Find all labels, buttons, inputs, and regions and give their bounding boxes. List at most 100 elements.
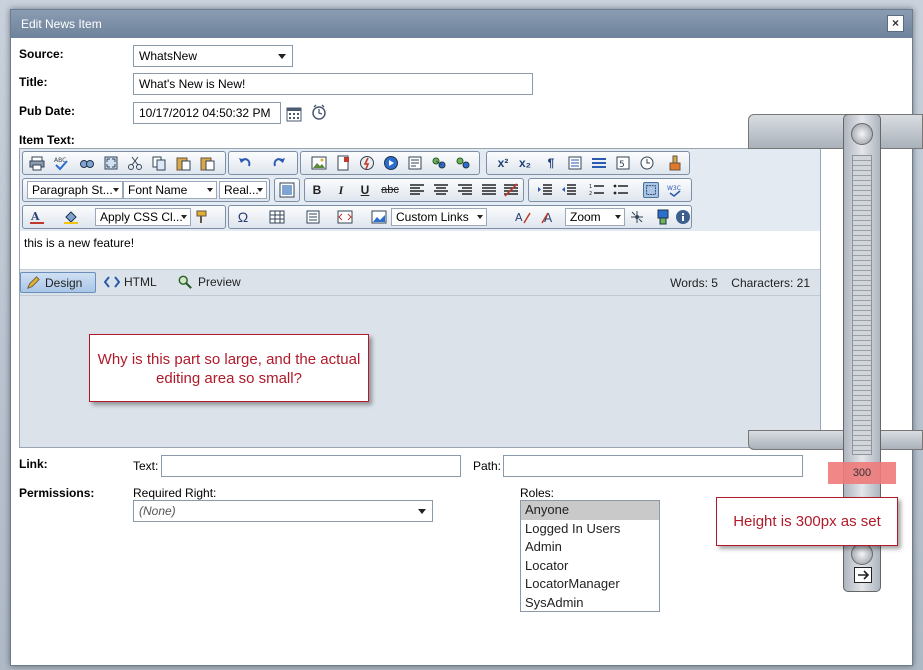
justify-icon[interactable] — [481, 182, 497, 198]
subscript-icon[interactable]: x₂ — [517, 155, 533, 171]
link-label: Link: — [19, 457, 48, 471]
list-item[interactable]: Anyone — [521, 501, 659, 520]
tab-preview[interactable]: Preview — [174, 272, 254, 293]
cut-icon[interactable] — [127, 155, 143, 171]
ruler-lower-knob-icon[interactable] — [851, 543, 873, 565]
italic-button[interactable]: I — [333, 182, 349, 198]
fore-color-icon[interactable]: A — [29, 209, 45, 225]
redo-icon[interactable] — [271, 155, 287, 171]
media-icon[interactable] — [383, 155, 399, 171]
toolbar-group-undo — [228, 151, 298, 175]
title-input[interactable]: What's New is New! — [133, 73, 533, 95]
pub-date-label: Pub Date: — [19, 104, 76, 118]
indent-icon[interactable] — [537, 182, 553, 198]
align-center-icon[interactable] — [433, 182, 449, 198]
format-stripper-icon[interactable] — [667, 155, 683, 171]
list-item[interactable]: Logged In Users — [521, 520, 659, 539]
image-map-icon[interactable] — [371, 209, 387, 225]
document-manager-icon[interactable] — [335, 155, 351, 171]
module-manager-icon[interactable] — [629, 209, 645, 225]
paragraph-mark-icon[interactable]: ¶ — [543, 155, 559, 171]
xhtml-validator-icon[interactable]: W3C — [667, 182, 683, 198]
source-value: WhatsNew — [139, 49, 198, 63]
tab-html[interactable]: HTML — [100, 272, 170, 293]
required-right-select[interactable]: (None) — [133, 500, 433, 522]
list-item[interactable]: Locator — [521, 557, 659, 576]
custom-links-dropdown[interactable]: Custom Links — [391, 208, 487, 226]
insert-date-icon[interactable]: 5 — [615, 155, 631, 171]
template-icon[interactable] — [407, 155, 423, 171]
undo-icon[interactable] — [237, 155, 253, 171]
list-item[interactable]: Admin — [521, 538, 659, 557]
svg-text:2: 2 — [589, 191, 592, 197]
link-path-label: Path: — [473, 459, 502, 473]
spellcheck-icon[interactable]: ABC — [53, 155, 69, 171]
pub-date-input[interactable]: 10/17/2012 04:50:32 PM — [133, 102, 281, 124]
properties-icon[interactable] — [655, 209, 671, 225]
link-text-input[interactable] — [161, 455, 461, 477]
link-icon[interactable] — [431, 155, 447, 171]
font-size-dropdown[interactable]: Real... — [219, 181, 267, 199]
source-select[interactable]: WhatsNew — [133, 45, 293, 67]
image-icon[interactable] — [311, 155, 327, 171]
underline-button[interactable]: U — [357, 182, 373, 198]
list-item[interactable]: SysAdmin — [521, 594, 659, 613]
roles-listbox[interactable]: Anyone Logged In Users Admin Locator Loc… — [520, 500, 660, 612]
paragraph-style-dropdown[interactable]: Paragraph St... — [27, 181, 123, 199]
bullet-list-icon[interactable] — [613, 182, 629, 198]
align-left-icon[interactable] — [409, 182, 425, 198]
flash-icon[interactable] — [359, 155, 375, 171]
tab-design[interactable]: Design — [20, 272, 96, 293]
remove-alignment-icon[interactable] — [503, 182, 519, 198]
pub-date-value: 10/17/2012 04:50:32 PM — [139, 106, 271, 120]
ruler-top-knob-icon[interactable] — [851, 123, 873, 145]
zoom-dropdown[interactable]: Zoom — [565, 208, 625, 226]
back-color-icon[interactable] — [63, 209, 79, 225]
print-icon[interactable] — [29, 155, 45, 171]
source-label: Source: — [19, 47, 64, 61]
ruler-bottom-arm[interactable] — [748, 430, 923, 450]
insert-snippet-icon[interactable] — [337, 209, 353, 225]
ruler-scale — [852, 155, 872, 455]
horizontal-rule-icon[interactable] — [591, 155, 607, 171]
font-name-dropdown[interactable]: Font Name — [123, 181, 217, 199]
fullscreen-icon[interactable] — [103, 155, 119, 171]
convert-to-upper-icon[interactable]: A — [541, 209, 557, 225]
paste-icon[interactable] — [175, 155, 191, 171]
clock-icon[interactable] — [311, 104, 327, 120]
css-class-dropdown[interactable]: Apply CSS Cl... — [95, 208, 191, 226]
align-right-icon[interactable] — [457, 182, 473, 198]
ruler-readout: 300 — [828, 462, 896, 484]
strikethrough-button[interactable]: abc — [379, 182, 401, 198]
paste-special-icon[interactable] — [199, 155, 215, 171]
roles-label: Roles: — [520, 486, 555, 500]
superscript-icon[interactable]: x² — [495, 155, 511, 171]
ruler-close-icon[interactable] — [854, 567, 872, 583]
insert-time-icon[interactable] — [639, 155, 655, 171]
outdent-icon[interactable] — [561, 182, 577, 198]
convert-to-lower-icon[interactable]: A — [515, 209, 531, 225]
copy-icon[interactable] — [151, 155, 167, 171]
numbered-list-icon[interactable]: 12 — [589, 182, 605, 198]
dialog-titlebar: Edit News Item × — [11, 10, 912, 38]
insert-table-form-icon[interactable] — [567, 155, 583, 171]
list-item[interactable]: LocatorManager — [521, 575, 659, 594]
toggle-borders-icon[interactable] — [643, 182, 659, 198]
link-path-input[interactable] — [503, 455, 803, 477]
close-button[interactable]: × — [887, 15, 904, 32]
callout-height: Height is 300px as set — [716, 497, 898, 546]
info-icon[interactable] — [675, 209, 691, 225]
insert-table-icon[interactable] — [269, 209, 285, 225]
image-properties-icon[interactable] — [279, 182, 295, 198]
unlink-icon[interactable] — [455, 155, 471, 171]
format-painter-icon[interactable] — [195, 209, 211, 225]
required-right-value: (None) — [139, 504, 176, 518]
special-characters-icon[interactable]: Ω — [235, 209, 251, 225]
bold-button[interactable]: B — [309, 182, 325, 198]
insert-list-icon[interactable] — [305, 209, 321, 225]
ruler-top-arm[interactable] — [748, 114, 923, 149]
find-icon[interactable] — [79, 155, 95, 171]
calendar-icon[interactable] — [286, 106, 302, 122]
editor-content-area[interactable]: this is a new feature! — [20, 231, 820, 269]
title-label: Title: — [19, 75, 48, 89]
